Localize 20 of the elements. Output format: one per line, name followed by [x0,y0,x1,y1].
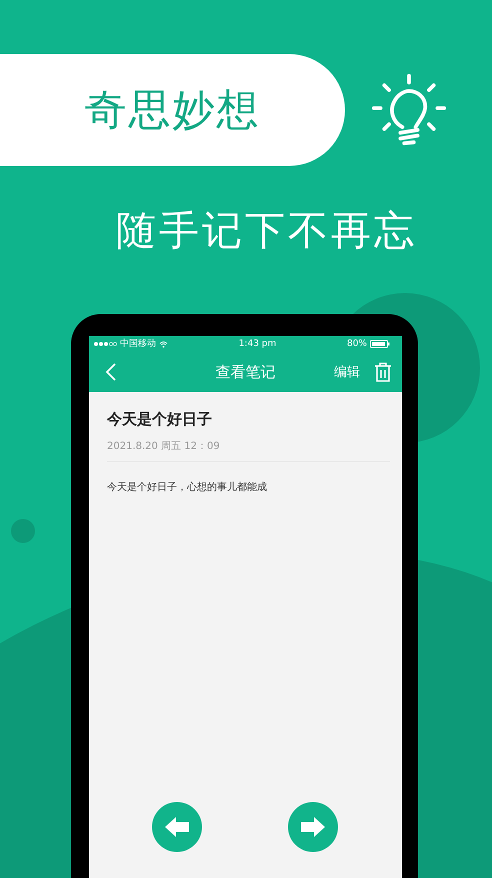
headline: 奇思妙想 [84,84,260,136]
battery-icon [370,340,390,348]
right-arrow-icon [300,816,326,838]
back-icon[interactable] [105,363,117,381]
previous-button[interactable] [152,802,202,852]
left-arrow-icon [164,816,190,838]
edit-button[interactable]: 编辑 [334,363,360,381]
carrier-label: 中国移动 [120,339,156,349]
tagline: 随手记下不再忘 [116,207,418,256]
note-body: 今天是个好日子，心想的事儿都能成 [107,480,268,494]
wifi-icon [159,340,168,348]
screen-title: 查看笔记 [216,362,276,382]
signal-icon [93,341,117,347]
trash-icon[interactable] [374,362,392,382]
status-time: 1:43 pm [238,339,276,349]
note-title: 今天是个好日子 [107,410,213,429]
decor-dot [11,519,35,543]
note-date: 2021.8.20 周五 12：09 [107,439,390,462]
battery-percent: 80% [346,339,367,349]
next-button[interactable] [288,802,338,852]
